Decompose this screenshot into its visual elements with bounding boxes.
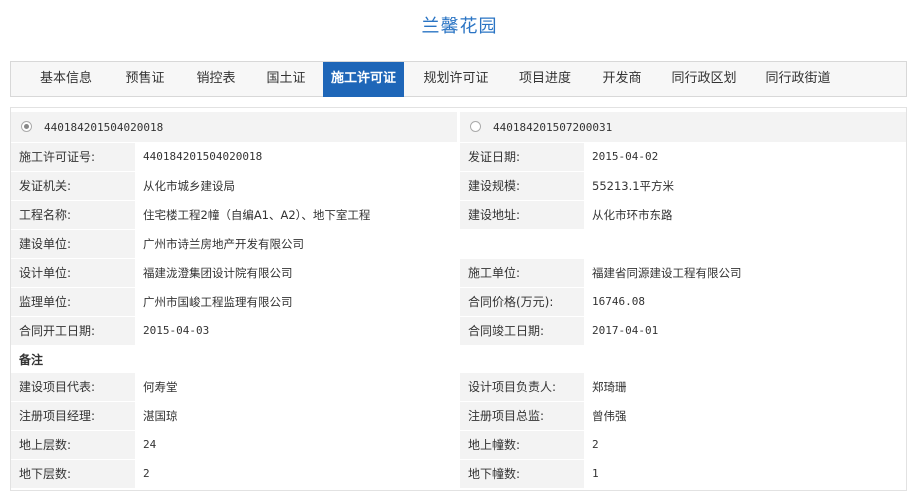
permit-selector: 440184201504020018 440184201507200031 xyxy=(11,112,906,142)
table-row: 监理单位: 广州市国峻工程监理有限公司 合同价格(万元): 16746.08 xyxy=(11,288,906,317)
rep-label: 建设项目代表: xyxy=(11,373,135,401)
pm-value: 湛国琼 xyxy=(137,402,457,430)
floors-above-value: 24 xyxy=(137,431,457,459)
floors-above-label: 地上层数: xyxy=(11,431,135,459)
page-title: 兰馨花园 xyxy=(421,16,498,37)
builder-value: 广州市诗兰房地产开发有限公司 xyxy=(137,230,906,258)
tab-construction-permit[interactable]: 施工许可证 xyxy=(323,62,404,97)
tab-developer[interactable]: 开发商 xyxy=(591,62,653,97)
chief-supervisor-value: 曾伟强 xyxy=(586,402,906,430)
tab-sales-control[interactable]: 销控表 xyxy=(185,62,247,97)
address-value: 从化市环市东路 xyxy=(586,201,906,229)
designer-label: 设计单位: xyxy=(11,259,135,287)
table-row: 设计单位: 福建泷澄集团设计院有限公司 施工单位: 福建省同源建设工程有限公司 xyxy=(11,259,906,288)
issue-date-label: 发证日期: xyxy=(460,143,584,171)
buildings-below-label: 地下幢数: xyxy=(460,460,584,488)
tab-same-district[interactable]: 同行政区划 xyxy=(661,62,747,97)
table-row: 地上层数: 24 地上幢数: 2 xyxy=(11,431,906,460)
table-row: 施工许可证号: 440184201504020018 发证日期: 2015-04… xyxy=(11,143,906,172)
permit-option[interactable]: 440184201504020018 xyxy=(11,112,457,142)
builder-label: 建设单位: xyxy=(11,230,135,258)
tab-progress[interactable]: 项目进度 xyxy=(507,62,583,97)
radio-unselected-icon[interactable] xyxy=(470,121,481,132)
contractor-label: 施工单位: xyxy=(460,259,584,287)
tab-planning-permit[interactable]: 规划许可证 xyxy=(413,62,499,97)
issuer-label: 发证机关: xyxy=(11,172,135,200)
table-row: 工程名称: 住宅楼工程2幢（自编A1、A2）、地下室工程 建设地址: 从化市环市… xyxy=(11,201,906,230)
floors-below-value: 2 xyxy=(137,460,457,488)
designer-value: 福建泷澄集团设计院有限公司 xyxy=(137,259,457,287)
issue-date-value: 2015-04-02 xyxy=(586,143,906,171)
contract-price-label: 合同价格(万元): xyxy=(460,288,584,316)
permit-panel: 440184201504020018 440184201507200031 施工… xyxy=(10,107,907,491)
rep-value: 何寿堂 xyxy=(137,373,457,401)
chief-supervisor-label: 注册项目总监: xyxy=(460,402,584,430)
permit-no-value: 440184201504020018 xyxy=(137,143,457,171)
permit-no-label: 施工许可证号: xyxy=(11,143,135,171)
end-date-value: 2017-04-01 xyxy=(586,317,906,345)
tab-basic-info[interactable]: 基本信息 xyxy=(27,62,105,97)
tab-same-street[interactable]: 同行政街道 xyxy=(755,62,841,97)
permit-option[interactable]: 440184201507200031 xyxy=(460,112,906,142)
tab-bar: 基本信息 预售证 销控表 国土证 施工许可证 规划许可证 项目进度 开发商 同行… xyxy=(10,61,907,97)
pm-label: 注册项目经理: xyxy=(11,402,135,430)
buildings-above-label: 地上幢数: xyxy=(460,431,584,459)
remarks-heading-row: 备注 xyxy=(11,346,906,375)
start-date-label: 合同开工日期: xyxy=(11,317,135,345)
end-date-label: 合同竣工日期: xyxy=(460,317,584,345)
scale-value: 55213.1平方米 xyxy=(586,172,906,200)
supervisor-value: 广州市国峻工程监理有限公司 xyxy=(137,288,457,316)
table-row: 注册项目经理: 湛国琼 注册项目总监: 曾伟强 xyxy=(11,402,906,431)
project-name-value: 住宅楼工程2幢（自编A1、A2）、地下室工程 xyxy=(137,201,457,229)
table-row: 合同开工日期: 2015-04-03 合同竣工日期: 2017-04-01 xyxy=(11,317,906,346)
table-row: 发证机关: 从化市城乡建设局 建设规模: 55213.1平方米 xyxy=(11,172,906,201)
tab-presale[interactable]: 预售证 xyxy=(113,62,177,97)
design-lead-label: 设计项目负责人: xyxy=(460,373,584,401)
buildings-below-value: 1 xyxy=(586,460,906,488)
table-row: 建设项目代表: 何寿堂 设计项目负责人: 郑琦珊 xyxy=(11,373,906,402)
scale-label: 建设规模: xyxy=(460,172,584,200)
project-name-label: 工程名称: xyxy=(11,201,135,229)
floors-below-label: 地下层数: xyxy=(11,460,135,488)
contractor-value: 福建省同源建设工程有限公司 xyxy=(586,259,906,287)
contract-price-value: 16746.08 xyxy=(586,288,906,316)
design-lead-value: 郑琦珊 xyxy=(586,373,906,401)
table-row: 建设单位: 广州市诗兰房地产开发有限公司 xyxy=(11,230,906,259)
address-label: 建设地址: xyxy=(460,201,584,229)
issuer-value: 从化市城乡建设局 xyxy=(137,172,457,200)
buildings-above-value: 2 xyxy=(586,431,906,459)
table-row: 地下层数: 2 地下幢数: 1 xyxy=(11,460,906,489)
remarks-heading: 备注 xyxy=(19,353,44,367)
supervisor-label: 监理单位: xyxy=(11,288,135,316)
start-date-value: 2015-04-03 xyxy=(137,317,457,345)
radio-selected-icon[interactable] xyxy=(21,121,32,132)
tab-land-cert[interactable]: 国土证 xyxy=(255,62,317,97)
